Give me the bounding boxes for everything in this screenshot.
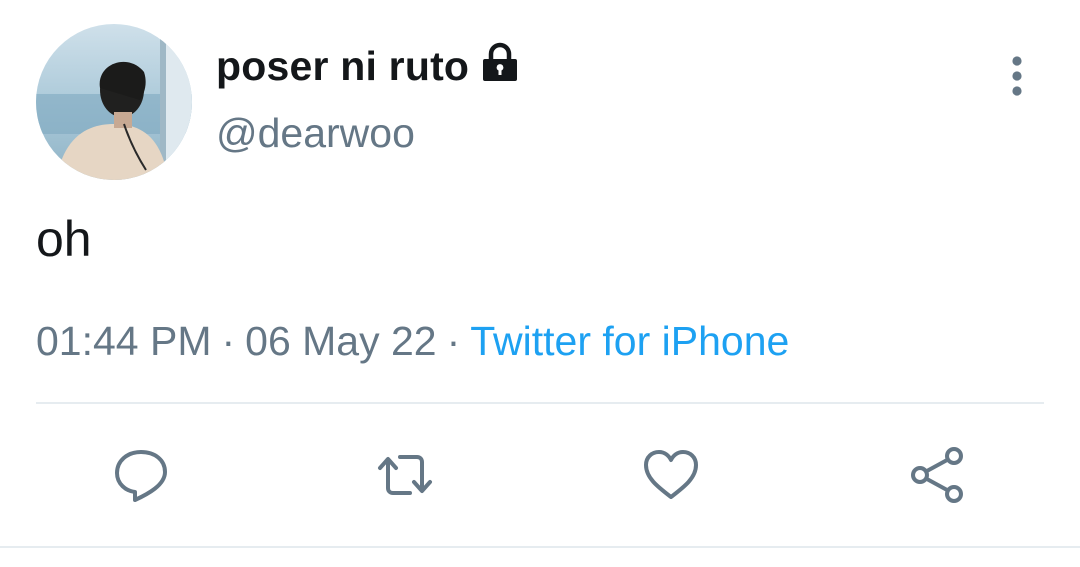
tweet-detail: poser ni ruto @dearwoo oh 01:44 PM · 06 Ma… <box>0 0 1080 567</box>
like-icon <box>644 450 698 499</box>
divider <box>36 402 1044 404</box>
retweet-button[interactable] <box>374 444 436 506</box>
bottom-divider <box>0 546 1080 548</box>
tweet-date: 06 May 22 <box>245 318 437 364</box>
like-button[interactable] <box>640 444 702 506</box>
reply-button[interactable] <box>110 444 172 506</box>
display-name[interactable]: poser ni ruto <box>216 43 469 90</box>
tweet-source-link[interactable]: Twitter for iPhone <box>470 318 789 364</box>
avatar[interactable] <box>36 24 192 180</box>
share-icon <box>911 447 963 503</box>
meta-separator: · <box>221 318 236 364</box>
tweet-meta: 01:44 PM · 06 May 22 · Twitter for iPhone <box>36 318 789 365</box>
display-name-row: poser ni ruto <box>216 38 521 94</box>
tweet-time: 01:44 PM <box>36 318 212 364</box>
vertical-ellipsis-icon[interactable] <box>1000 54 1034 98</box>
retweet-icon <box>378 455 432 495</box>
user-handle[interactable]: @dearwoo <box>216 110 415 157</box>
tweet-text: oh <box>36 211 92 267</box>
lock-icon <box>479 42 521 84</box>
meta-separator: · <box>446 318 461 364</box>
share-button[interactable] <box>906 444 968 506</box>
reply-icon <box>115 450 167 502</box>
